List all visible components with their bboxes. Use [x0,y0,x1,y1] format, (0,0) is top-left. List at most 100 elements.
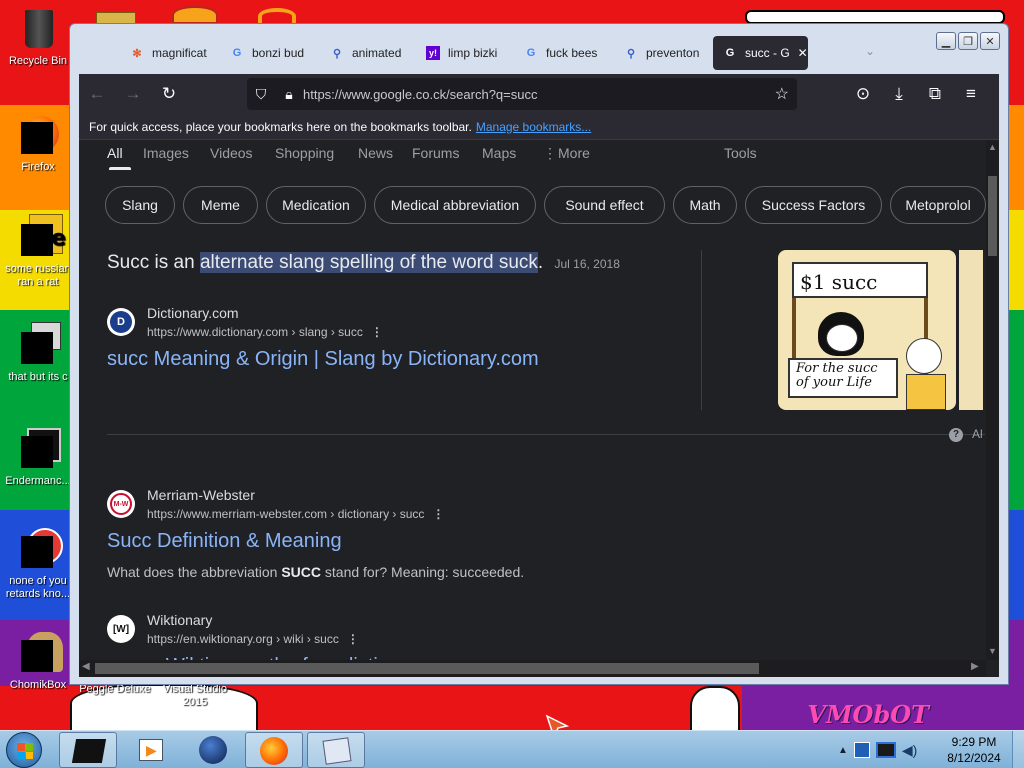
scroll-left-icon[interactable]: ◀ [82,661,90,672]
tab-limp-bizkit[interactable]: y! limp bizki [416,36,506,70]
scroll-right-icon[interactable]: ▶ [971,661,979,672]
desktop-icon-firefox[interactable]: Firefox [0,112,76,174]
scrollbar-thumb[interactable] [95,663,759,674]
chip-medication[interactable]: Medication [266,186,366,224]
menu-icon[interactable]: ≡ [953,78,989,110]
forward-button[interactable]: → [115,78,151,110]
about-label[interactable]: Al [972,427,983,441]
nav-videos[interactable]: Videos [210,145,253,161]
divider [701,250,702,410]
chip-sound-effect[interactable]: Sound effect [544,186,665,224]
media-icon [15,526,63,572]
nav-forums[interactable]: Forums [412,145,459,161]
tab-succ[interactable]: G succ - G ✕ [713,36,808,70]
app-window-icon [71,739,107,763]
firefox-icon [15,112,61,158]
nav-news[interactable]: News [358,145,393,161]
manage-bookmarks-link[interactable]: Manage bookmarks... [476,120,591,134]
result-title-link[interactable]: Succ Definition & Meaning [107,530,342,553]
dictionary-favicon: D [107,308,135,336]
taskbar-globe[interactable] [184,732,242,768]
search-icon: ⚲ [332,47,342,60]
chip-slang[interactable]: Slang [105,186,175,224]
back-button[interactable]: ← [79,78,115,110]
shield-icon[interactable]: ⛉ [247,86,275,103]
google-icon: G [725,47,735,59]
snippet-image-2[interactable] [959,250,983,410]
bookmark-star-icon[interactable]: ☆ [775,84,789,104]
scrollbar-thumb[interactable] [988,176,997,256]
flower-icon: ✻ [132,47,142,60]
more-options-icon[interactable]: ⋮ [432,507,444,521]
merriam-webster-favicon: M-W [107,490,135,518]
start-button[interactable] [6,732,42,768]
more-options-icon[interactable]: ⋮ [347,632,359,646]
google-icon: G [232,47,242,59]
volume-icon[interactable]: ◀) [902,742,917,759]
tab-bonzi[interactable]: G bonzi bud [220,36,310,70]
tab-bees[interactable]: G fuck bees [514,36,604,70]
desktop-icon-visual-studio[interactable]: Visual Studio 2015 [157,683,233,709]
globe-icon [199,736,227,764]
url-text[interactable]: https://www.google.co.ck/search?q=succ [303,87,537,102]
lock-icon[interactable]: 🔒︎ [275,86,303,103]
notepad-icon [322,737,352,765]
clock[interactable]: 9:29 PM 8/12/2024 [940,734,1008,766]
close-tab-icon[interactable]: ✕ [798,46,808,60]
taskbar-notes[interactable] [307,732,365,768]
download-icon[interactable]: ⤓ [881,78,917,110]
desktop-icon-label: Firefox [21,161,55,173]
scroll-up-icon[interactable]: ▲ [987,142,998,152]
nav-images[interactable]: Images [143,145,189,161]
more-options-icon[interactable]: ⋮ [371,325,383,339]
reload-button[interactable]: ↻ [151,78,187,110]
taskbar-media-player[interactable]: ▶ [123,732,181,768]
close-window-button[interactable]: ✕ [980,32,1000,50]
chip-meme[interactable]: Meme [183,186,258,224]
vertical-scrollbar[interactable]: ▲ ▼ [986,140,999,660]
help-icon[interactable]: ? [949,428,963,442]
scroll-down-icon[interactable]: ▼ [987,646,998,656]
chip-success-factors[interactable]: Success Factors [745,186,882,224]
chip-metoprolol[interactable]: Metoprolol [890,186,986,224]
desktop-icon-label: Recycle Bin [8,55,68,67]
tab-list-chevron-icon[interactable]: ⌄ [865,44,875,58]
nav-all[interactable]: All [107,145,123,161]
tab-magnificat[interactable]: ✻ magnificat [120,36,210,70]
nav-tools[interactable]: Tools [724,145,757,161]
tab-preventon[interactable]: ⚲ preventon [614,36,704,70]
snippet-image[interactable]: $1 succ For the succ of your Life [778,250,956,410]
tab-animated[interactable]: ⚲ animated [320,36,410,70]
desktop-icon-recycle-bin[interactable]: Recycle Bin [0,6,76,68]
url-bar[interactable]: ⛉ 🔒︎ https://www.google.co.ck/search?q=s… [247,78,797,110]
chip-medical-abbreviation[interactable]: Medical abbreviation [374,186,536,224]
maximize-button[interactable]: ❐ [958,32,978,50]
desktop-icon-chomikbox[interactable]: ChomikBox [0,630,76,692]
more-kebab-icon[interactable]: ⋮ [543,145,557,162]
taskbar-app-1[interactable] [59,732,117,768]
pocket-icon[interactable]: ⊙ [845,78,881,110]
result-title-link[interactable]: succ Meaning & Origin | Slang by Diction… [107,348,539,371]
nav-more[interactable]: More [558,145,590,161]
nav-maps[interactable]: Maps [482,145,516,161]
desktop-icon-that-but[interactable]: that but its c [0,322,76,384]
windows-logo-icon [17,743,33,759]
show-hidden-icons-icon[interactable]: ▲ [838,745,848,756]
featured-snippet: Succ is an alternate slang spelling of t… [107,252,620,274]
nav-toolbar: ← → ↻ ⛉ 🔒︎ https://www.google.co.ck/sear… [79,74,999,114]
chip-math[interactable]: Math [673,186,737,224]
horizontal-scrollbar[interactable]: ◀ ▶ [79,660,986,677]
show-desktop-button[interactable] [1012,731,1024,768]
desktop-icon-none-of-you[interactable]: none of you retards kno... [0,526,76,601]
desktop-icon-endermanch[interactable]: Endermanc... [0,426,76,488]
action-center-icon[interactable] [875,742,896,758]
window-stack-icon [15,322,61,368]
desktop-icon-label: ChomikBox [9,679,67,691]
nav-shopping[interactable]: Shopping [275,145,334,161]
network-icon[interactable] [853,742,870,758]
taskbar-firefox[interactable] [245,732,303,768]
desktop-icon-some-russian[interactable]: e some russian ran a rat [0,214,76,289]
search-nav: All Images Videos Shopping News Forums M… [79,140,985,172]
extensions-icon[interactable]: ⧉ [917,78,953,110]
minimize-button[interactable]: ▁ [936,32,956,50]
